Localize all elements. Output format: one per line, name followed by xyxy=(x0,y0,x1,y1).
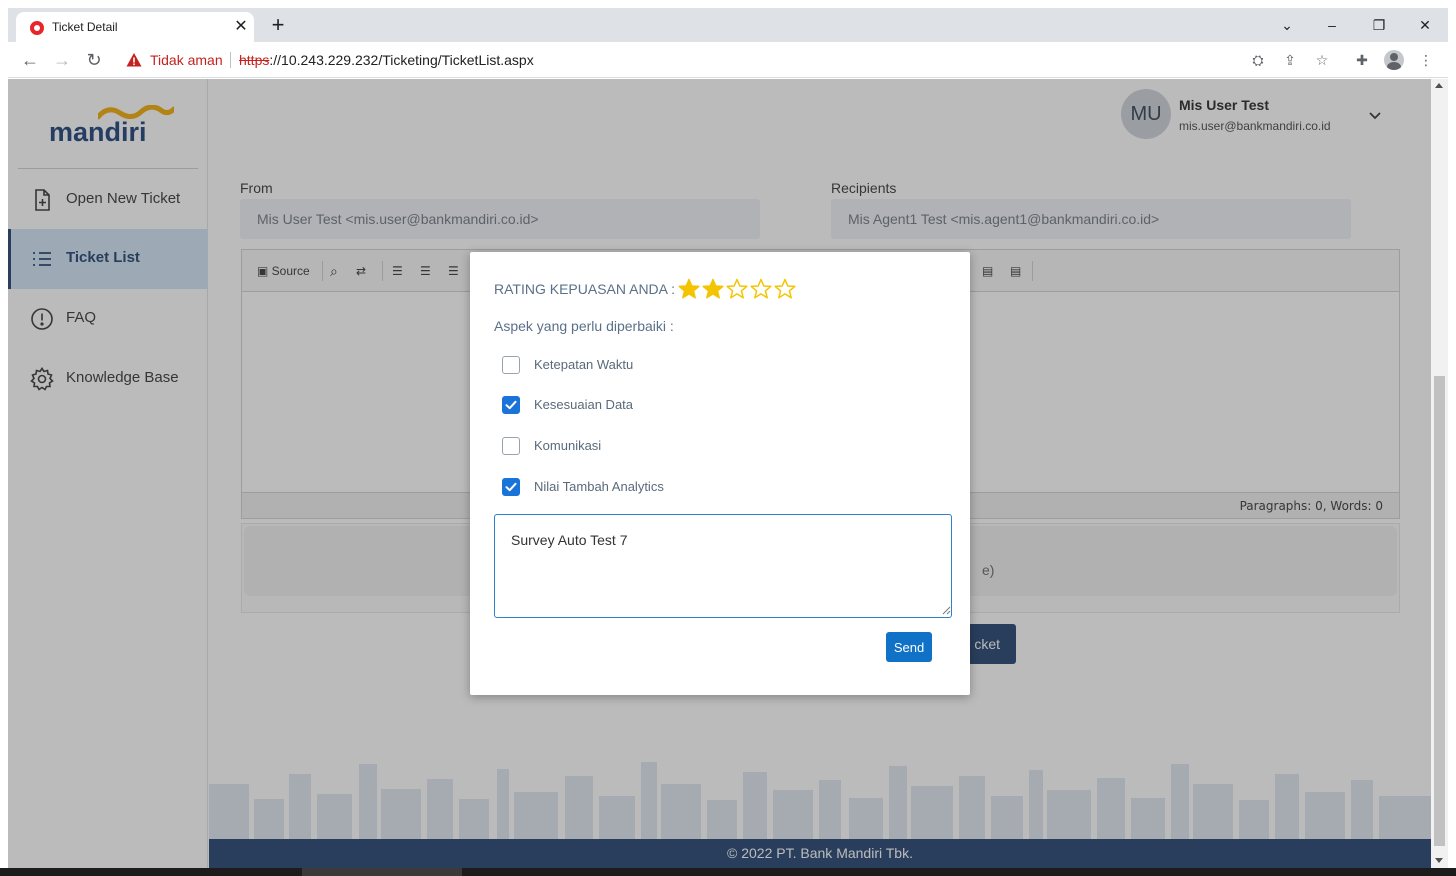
checkmark-icon xyxy=(505,400,517,410)
page-scrollbar[interactable] xyxy=(1431,79,1448,868)
omnibox-divider xyxy=(230,52,231,68)
resize-grip-icon[interactable] xyxy=(942,606,951,615)
star-filled-icon[interactable] xyxy=(702,278,724,300)
new-tab-button[interactable]: + xyxy=(266,14,290,38)
checkbox[interactable] xyxy=(502,478,520,496)
url-scheme: https xyxy=(239,52,270,68)
close-window-button[interactable]: ✕ xyxy=(1405,12,1445,38)
minimize-button[interactable]: – xyxy=(1312,12,1352,38)
checkbox[interactable] xyxy=(502,356,520,374)
url-path: ://10.243.229.232/Ticketing/TicketList.a… xyxy=(269,52,534,68)
checkmark-icon xyxy=(505,482,517,492)
tab-title: Ticket Detail xyxy=(52,20,118,34)
survey-comment-textarea[interactable]: Survey Auto Test 7 xyxy=(494,514,952,618)
browser-toolbar: ← → ↻ Tidak aman https://10.243.229.232/… xyxy=(8,42,1448,78)
scroll-thumb[interactable] xyxy=(1434,376,1445,846)
scroll-down-arrow-icon[interactable] xyxy=(1435,858,1443,863)
bookmark-star-icon[interactable]: ☆ xyxy=(1312,50,1332,70)
close-tab-icon[interactable]: ✕ xyxy=(232,18,250,36)
tab-search-icon[interactable]: ⌄ xyxy=(1267,12,1307,38)
restore-button[interactable]: ❐ xyxy=(1359,12,1399,38)
back-button[interactable]: ← xyxy=(18,48,42,72)
address-bar[interactable]: Tidak aman https://10.243.229.232/Ticket… xyxy=(118,47,1238,73)
option-label: Komunikasi xyxy=(534,438,602,453)
option-label: Kesesuaian Data xyxy=(534,397,634,412)
extensions-puzzle-icon[interactable]: ✚ xyxy=(1352,50,1372,70)
option-label: Ketepatan Waktu xyxy=(534,357,634,372)
translate-icon[interactable]: ⛭ xyxy=(1248,50,1268,70)
warning-icon xyxy=(126,53,142,67)
checkbox[interactable] xyxy=(502,437,520,455)
profile-icon[interactable] xyxy=(1384,50,1404,70)
security-label[interactable]: Tidak aman xyxy=(150,52,223,68)
share-icon[interactable]: ⇪ xyxy=(1280,50,1300,70)
scroll-up-arrow-icon[interactable] xyxy=(1435,83,1443,88)
forward-button[interactable]: → xyxy=(50,48,74,72)
option-label: Nilai Tambah Analytics xyxy=(534,479,664,494)
star-filled-icon[interactable] xyxy=(678,278,700,300)
star-empty-icon[interactable] xyxy=(750,278,772,300)
menu-kebab-icon[interactable]: ⋮ xyxy=(1416,50,1436,70)
send-button[interactable]: Send xyxy=(886,632,932,662)
os-taskbar xyxy=(0,868,1456,876)
star-empty-icon[interactable] xyxy=(774,278,796,300)
star-empty-icon[interactable] xyxy=(726,278,748,300)
rating-survey-modal: RATING KEPUASAN ANDA : Aspek yang perlu … xyxy=(470,252,970,695)
browser-tab[interactable]: Ticket Detail ✕ xyxy=(16,12,254,42)
favicon-icon xyxy=(30,21,44,35)
aspect-label: Aspek yang perlu diperbaiki : xyxy=(494,318,674,334)
checkbox[interactable] xyxy=(502,396,520,414)
url-text[interactable]: https://10.243.229.232/Ticketing/TicketL… xyxy=(239,52,534,68)
taskbar-app[interactable] xyxy=(302,868,462,876)
reload-button[interactable]: ↻ xyxy=(82,48,106,72)
tab-strip: Ticket Detail ✕ + ⌄ – ❐ ✕ xyxy=(8,8,1448,42)
rating-label: RATING KEPUASAN ANDA : xyxy=(494,281,676,297)
